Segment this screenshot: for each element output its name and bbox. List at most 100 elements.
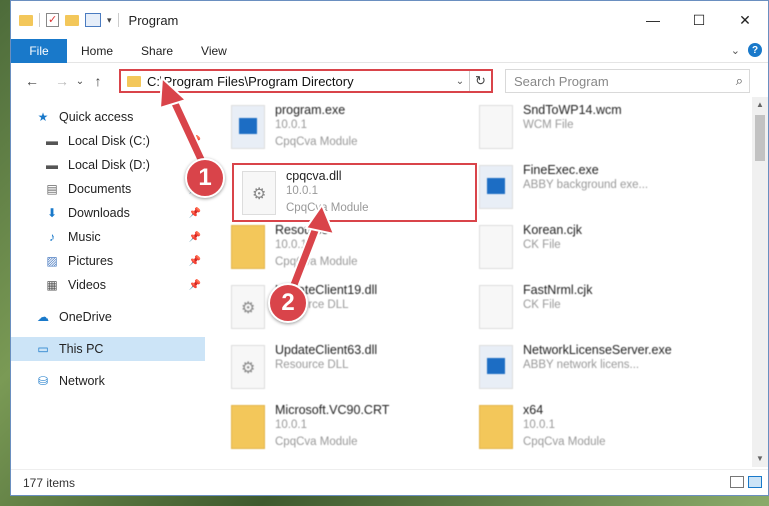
- file-name: Korean.cjk: [523, 223, 583, 237]
- list-item[interactable]: x64 10.0.1 CpqCva Module: [473, 401, 713, 457]
- status-bar: 177 items: [11, 469, 768, 495]
- pin-icon: 📌: [188, 231, 201, 243]
- sidebar-item-onedrive[interactable]: ☁ OneDrive: [11, 305, 205, 329]
- file-detail: WCM File: [523, 119, 574, 131]
- list-item[interactable]: FastNrml.cjk CK File: [473, 281, 713, 337]
- music-icon: ♪: [49, 230, 55, 244]
- details-view-icon[interactable]: [730, 476, 744, 488]
- sidebar-item-pictures[interactable]: ▨ Pictures 📌: [11, 249, 205, 273]
- customize-dropdown-icon[interactable]: ▾: [107, 15, 112, 26]
- onedrive-icon: ☁: [37, 310, 49, 324]
- network-icon: ⛁: [37, 374, 49, 388]
- list-item[interactable]: program.exe 10.0.1 CpqCva Module: [225, 101, 465, 157]
- sidebar-item-music[interactable]: ♪ Music 📌: [11, 225, 205, 249]
- file-detail: 10.0.1: [275, 119, 307, 131]
- minimize-button[interactable]: —: [630, 1, 676, 39]
- sidebar-item-videos[interactable]: ▦ Videos 📌: [11, 273, 205, 297]
- navigation-pane: ★ Quick access ▬ Local Disk (C:) 📌 ▬ Loc…: [11, 99, 205, 466]
- list-item[interactable]: Korean.cjk CK File: [473, 221, 713, 277]
- sidebar-item-network[interactable]: ⛁ Network: [11, 369, 205, 393]
- address-path[interactable]: C:\Program Files\Program Directory: [147, 74, 451, 89]
- file-name: SndToWP14.wcm: [523, 103, 622, 117]
- file-name: Resource: [275, 223, 329, 237]
- expand-ribbon-icon[interactable]: ⌄: [731, 44, 740, 57]
- search-input[interactable]: Search Program ⌕: [505, 69, 750, 93]
- exe-file-icon: [479, 345, 513, 389]
- downloads-icon: ⬇: [46, 206, 58, 220]
- list-item[interactable]: NetworkLicenseServer.exe ABBY network lic…: [473, 341, 713, 397]
- pin-icon: 📌: [188, 207, 201, 219]
- sidebar-item-this-pc[interactable]: ▭ This PC: [11, 337, 205, 361]
- pin-icon: 📌: [188, 135, 201, 147]
- folder-icon: [479, 405, 513, 449]
- maximize-button[interactable]: ☐: [676, 1, 722, 39]
- tab-home[interactable]: Home: [67, 44, 127, 58]
- list-item[interactable]: UpdateClient19.dllResource DLL: [225, 281, 465, 337]
- view-toggle: [730, 476, 762, 488]
- file-detail: CK File: [523, 299, 561, 311]
- help-icon[interactable]: ?: [748, 43, 762, 57]
- pin-icon: 📌: [188, 279, 201, 291]
- file-icon: [479, 105, 513, 149]
- folder-icon[interactable]: [19, 14, 33, 26]
- tab-view[interactable]: View: [187, 44, 241, 58]
- scroll-up-icon[interactable]: ▲: [752, 97, 768, 113]
- sidebar-item-local-disk-c[interactable]: ▬ Local Disk (C:) 📌: [11, 129, 205, 153]
- scroll-down-icon[interactable]: ▼: [752, 451, 768, 467]
- file-name: Microsoft.VC90.CRT: [275, 403, 390, 417]
- sidebar-item-label: Documents: [68, 182, 132, 196]
- address-bar[interactable]: C:\Program Files\Program Directory ⌄ ↻: [119, 69, 493, 93]
- recent-locations-icon[interactable]: ⌄: [73, 76, 87, 87]
- back-button[interactable]: ←: [21, 73, 43, 89]
- file-name: NetworkLicenseServer.exe: [523, 343, 672, 357]
- window-controls: — ☐ ✕: [630, 1, 768, 39]
- file-name: cpqcva.dll: [286, 169, 342, 183]
- window-title: Program: [128, 12, 179, 28]
- scroll-thumb[interactable]: [755, 115, 765, 161]
- file-icon: [479, 225, 513, 269]
- address-dropdown-icon[interactable]: ⌄: [451, 76, 469, 87]
- sidebar-item-local-disk-d[interactable]: ▬ Local Disk (D:): [11, 153, 205, 177]
- properties-check-icon[interactable]: [46, 13, 59, 27]
- drive-icon: ▬: [46, 158, 58, 172]
- refresh-button[interactable]: ↻: [469, 71, 491, 91]
- properties-icon[interactable]: [85, 13, 101, 27]
- file-detail: 10.0.1: [286, 185, 318, 197]
- file-detail: 10.0.1: [523, 419, 555, 431]
- list-item[interactable]: Resource 10.0.1 CpqCva Module: [225, 221, 465, 277]
- close-button[interactable]: ✕: [722, 1, 768, 39]
- file-detail: CpqCva Module: [275, 256, 358, 268]
- up-button[interactable]: ↑: [87, 73, 109, 89]
- list-item[interactable]: Microsoft.VC90.CRT 10.0.1 CpqCva Module: [225, 401, 465, 457]
- vertical-scrollbar[interactable]: ▲ ▼: [752, 97, 768, 467]
- sidebar-item-label: Quick access: [59, 110, 134, 124]
- list-item-cpqcva-dll[interactable]: cpqcva.dll 10.0.1 CpqCva Module: [236, 167, 476, 223]
- new-folder-icon[interactable]: [65, 14, 79, 26]
- tab-share[interactable]: Share: [127, 44, 187, 58]
- sidebar-item-label: Videos: [68, 278, 106, 292]
- forward-button[interactable]: →: [51, 73, 73, 89]
- file-name: FineExec.exe: [523, 163, 599, 177]
- sidebar-item-documents[interactable]: ▤ Documents 📌: [11, 177, 205, 201]
- list-item[interactable]: UpdateClient63.dll Resource DLL: [225, 341, 465, 397]
- file-detail: 10.0.1: [275, 239, 307, 251]
- exe-file-icon: [479, 165, 513, 209]
- sidebar-item-downloads[interactable]: ⬇ Downloads 📌: [11, 201, 205, 225]
- list-item[interactable]: SndToWP14.wcm WCM File: [473, 101, 713, 157]
- sidebar-item-quick-access[interactable]: ★ Quick access: [11, 105, 205, 129]
- star-icon: ★: [37, 110, 49, 124]
- file-detail: CK File: [523, 239, 561, 251]
- highlighted-file[interactable]: cpqcva.dll 10.0.1 CpqCva Module: [232, 163, 477, 222]
- search-icon[interactable]: ⌕: [736, 73, 743, 89]
- videos-icon: ▦: [46, 278, 58, 292]
- tab-file[interactable]: File: [11, 38, 67, 63]
- quick-access-toolbar: ▾: [11, 13, 119, 27]
- title-bar: ▾ Program — ☐ ✕: [11, 1, 768, 39]
- pictures-icon: ▨: [46, 254, 58, 268]
- file-detail: ABBY background exe...: [523, 179, 649, 191]
- pin-icon: 📌: [188, 255, 201, 267]
- sidebar-item-label: Local Disk (D:): [68, 158, 150, 172]
- folder-icon: [231, 225, 265, 269]
- list-item[interactable]: FineExec.exe ABBY background exe...: [473, 161, 713, 217]
- tiles-view-icon[interactable]: [748, 476, 762, 488]
